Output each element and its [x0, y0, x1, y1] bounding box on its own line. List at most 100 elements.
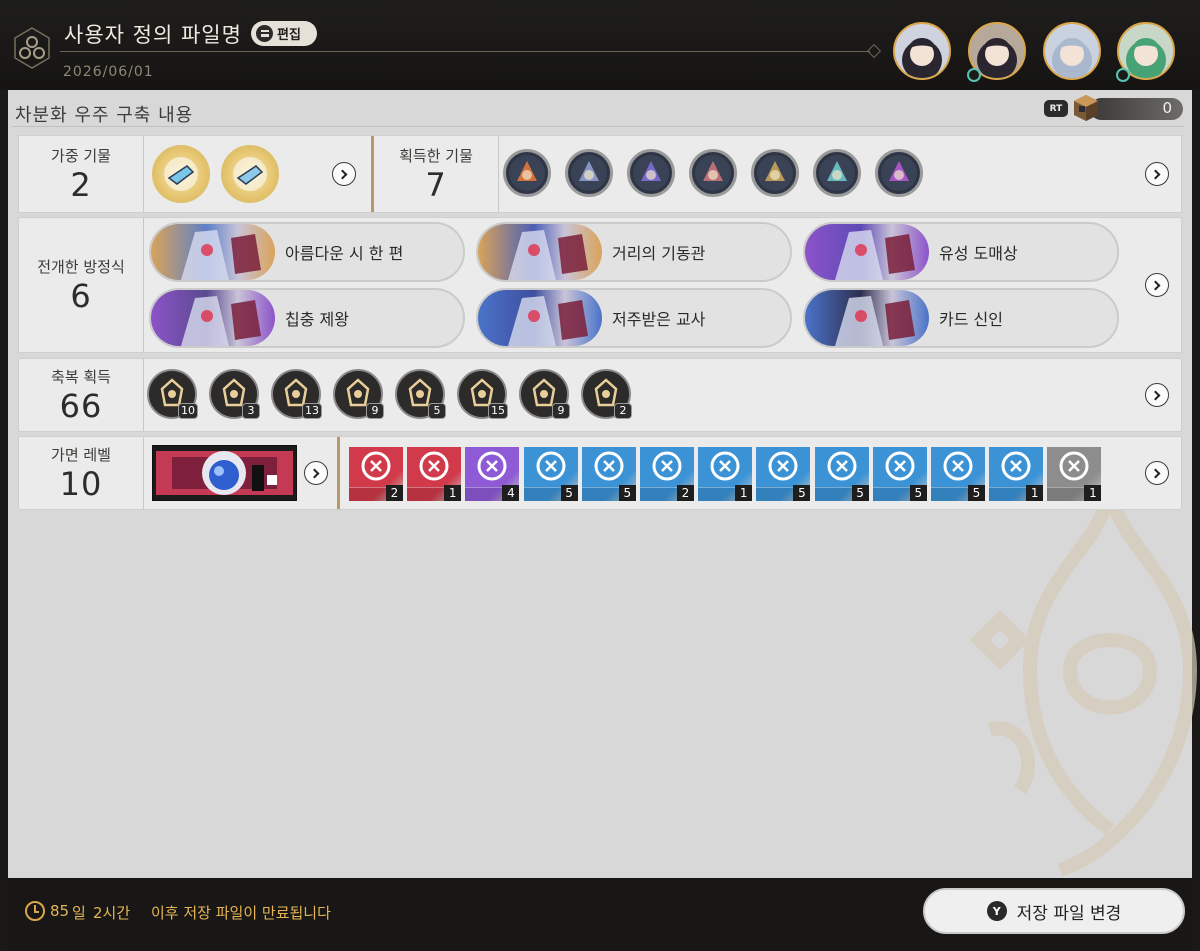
creature-card-icon[interactable]: 1: [989, 447, 1044, 501]
remembrance-blessing-icon[interactable]: 3: [209, 369, 260, 419]
character-avatar-1: [893, 22, 951, 80]
dice-card-icon[interactable]: 2: [640, 447, 694, 501]
card-count-badge: 5: [968, 485, 985, 501]
edit-file-name-button[interactable]: 편집: [251, 21, 317, 46]
book-curio-icon[interactable]: [565, 149, 613, 197]
equation-name: 유성 도매상: [939, 244, 1018, 263]
question-card-icon[interactable]: 5: [581, 447, 636, 501]
clock-icon: [25, 901, 45, 921]
weighted-curio-label: 가중 기물: [51, 146, 111, 165]
flame-curio-icon[interactable]: [503, 149, 551, 197]
blessing-count: 66: [59, 386, 103, 425]
abundance-blessing-icon[interactable]: 9: [333, 369, 384, 419]
card-count-badge: 2: [677, 485, 694, 501]
blessing-count-badge: 9: [552, 403, 570, 419]
mask-label: 가면 레벨: [51, 445, 111, 464]
blessing-count-badge: 15: [488, 403, 508, 419]
equation-item[interactable]: 저주받은 교사: [476, 288, 792, 348]
obtained-curio-more-button[interactable]: [1145, 162, 1169, 186]
nihility-blessing-icon[interactable]: 13: [271, 369, 322, 419]
section-divider: [12, 126, 1184, 127]
equation-item[interactable]: 카드 신인: [803, 288, 1119, 348]
expiry-message: 이후 저장 파일이 만료됩니다: [151, 904, 331, 922]
equation-item[interactable]: 아름다운 시 한 편: [149, 222, 465, 282]
question-card-icon[interactable]: 4: [465, 447, 520, 501]
swirl-curio-icon[interactable]: [221, 145, 279, 203]
bracelet-curio-icon[interactable]: [689, 149, 737, 197]
mask-icon: [152, 445, 297, 501]
hunt-blessing-icon[interactable]: 5: [395, 369, 446, 419]
character-avatar-3: [1043, 22, 1101, 80]
equation-name: 카드 신인: [939, 310, 1003, 329]
equation-name: 거리의 기동관: [612, 244, 706, 263]
card-count-badge: 5: [851, 485, 869, 501]
card-count-badge: 5: [560, 485, 578, 501]
weighted-curio-label-box: 가중 기물 2: [19, 136, 143, 212]
card-more-button[interactable]: [1145, 461, 1169, 485]
chest-card-icon[interactable]: 5: [814, 447, 869, 501]
file-name-title: 사용자 정의 파일명: [64, 23, 242, 47]
weighted-curio-count: 2: [70, 165, 92, 204]
equation-item[interactable]: 거리의 기동관: [476, 222, 792, 282]
avatar-status-icon: [967, 68, 981, 82]
chest-card-icon[interactable]: 5: [756, 447, 811, 501]
chest-card-icon[interactable]: 5: [872, 447, 927, 501]
trophy-curio-icon[interactable]: [751, 149, 799, 197]
file-date: 2026/06/01: [63, 64, 154, 80]
edit-button-label: 편집: [277, 28, 301, 43]
blessing-count-badge: 2: [614, 403, 632, 419]
equation-item[interactable]: 유성 도매상: [803, 222, 1119, 282]
destruction-blessing-icon[interactable]: 15: [457, 369, 508, 419]
equation-name: 저주받은 교사: [612, 310, 706, 329]
propagation-blessing-icon[interactable]: 2: [581, 369, 632, 419]
crossed-swords-card-icon[interactable]: 2: [349, 447, 403, 501]
chevron-right-icon: [337, 169, 348, 179]
mask-label-box: 가면 레벨 10: [19, 437, 143, 509]
avatar-status-icon: [1116, 68, 1130, 82]
scales-card-icon[interactable]: 1: [698, 447, 753, 501]
section-title: 차분화 우주 구축 내용: [15, 105, 194, 126]
chevron-right-icon: [1150, 390, 1161, 400]
blessing-more-button[interactable]: [1145, 383, 1169, 407]
blessing-count-badge: 3: [242, 403, 260, 419]
equation-icon: [151, 224, 275, 280]
rt-value: 0: [1162, 99, 1172, 117]
weighted-curio-more-button[interactable]: [332, 162, 356, 186]
expiry-days-unit: 일: [72, 904, 86, 922]
card-count-badge: 1: [1026, 485, 1044, 501]
blessing-count-badge: 10: [178, 403, 198, 419]
list-icon: [256, 25, 273, 42]
blessing-label-box: 축복 획득 66: [19, 359, 143, 431]
change-save-file-button[interactable]: Y 저장 파일 변경: [923, 888, 1185, 934]
change-save-file-label: 저장 파일 변경: [1016, 903, 1122, 924]
blaster-curio-icon[interactable]: [152, 145, 210, 203]
question-card-icon[interactable]: 5: [523, 447, 578, 501]
card-count-badge: 5: [793, 485, 811, 501]
blessing-count-badge: 13: [302, 403, 322, 419]
blank-card-icon[interactable]: 1: [1047, 447, 1102, 501]
card-count-badge: 2: [386, 485, 403, 501]
crystal-curio-icon[interactable]: [813, 149, 861, 197]
elation-blessing-icon[interactable]: 9: [519, 369, 570, 419]
curios-row: 가중 기물 2 획득한 기물 7: [18, 135, 1182, 213]
mask-more-button[interactable]: [304, 461, 328, 485]
card-count-badge: 1: [1084, 485, 1102, 501]
equation-icon: [151, 290, 275, 346]
equation-label-box: 전개한 방정식 6: [19, 218, 143, 352]
chest-card-icon[interactable]: 5: [931, 447, 985, 501]
sword-card-icon[interactable]: 1: [407, 447, 462, 501]
obtained-curio-label: 획득한 기물: [399, 146, 473, 165]
preservation-blessing-icon[interactable]: 10: [147, 369, 198, 419]
expiry-hours: 2시간: [93, 904, 131, 922]
equation-more-button[interactable]: [1145, 273, 1169, 297]
card-count-badge: 1: [444, 485, 462, 501]
obtained-curio-count: 7: [425, 165, 447, 204]
mask-level: 10: [59, 464, 103, 503]
orb-curio-icon[interactable]: [875, 149, 923, 197]
equations-row: 전개한 방정식 6 아름다운 시 한 편 거리의 기동관 유성 도매상칩충 제왕 저주…: [18, 217, 1182, 353]
equation-item[interactable]: 칩충 제왕: [149, 288, 465, 348]
blessing-count-badge: 5: [428, 403, 446, 419]
title-divider: [60, 51, 870, 52]
card-curio-icon[interactable]: [627, 149, 675, 197]
card-count-badge: 5: [909, 485, 927, 501]
